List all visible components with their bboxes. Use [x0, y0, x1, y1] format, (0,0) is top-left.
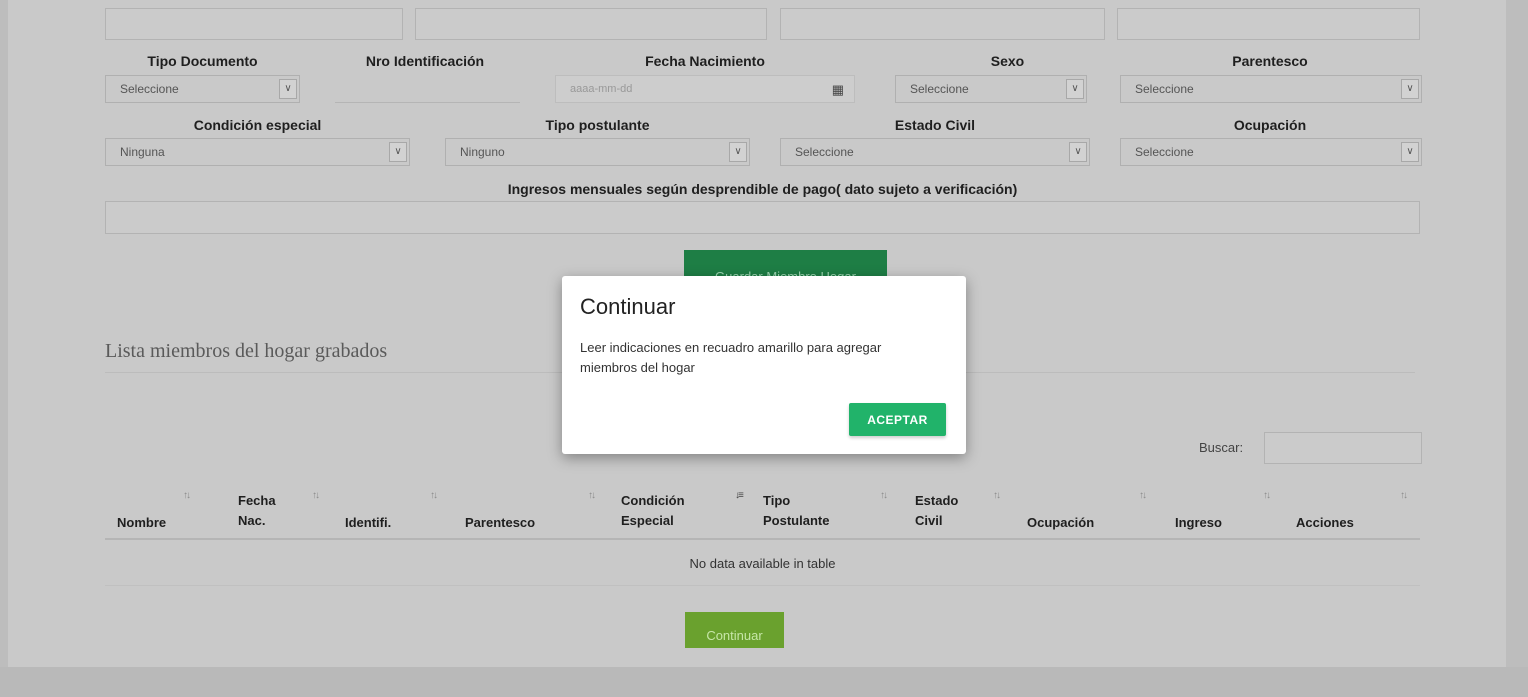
- th-ingreso[interactable]: Ingreso: [1175, 513, 1222, 533]
- label-estado-civil: Estado Civil: [894, 117, 976, 133]
- fecha-nacimiento-placeholder: aaaa-mm-dd: [570, 83, 633, 95]
- sort-asc-icon[interactable]: ↓≡: [735, 490, 744, 501]
- ingresos-mensuales-input[interactable]: [105, 201, 1420, 234]
- label-condicion-especial: Condición especial: [193, 117, 322, 133]
- parentesco-select[interactable]: Seleccione ∨: [1120, 75, 1422, 103]
- label-ocupacion: Ocupación: [1233, 117, 1307, 133]
- chevron-down-icon: ∨: [1401, 79, 1419, 99]
- sexo-select[interactable]: Seleccione ∨: [895, 75, 1087, 103]
- top-input-2[interactable]: [415, 8, 767, 40]
- estado-civil-value: Seleccione: [795, 145, 854, 159]
- th-nombre[interactable]: Nombre: [117, 513, 166, 533]
- continuar-modal: Continuar Leer indicaciones en recuadro …: [562, 276, 966, 454]
- ocupacion-select[interactable]: Seleccione ∨: [1120, 138, 1422, 166]
- sort-icon[interactable]: ↑↓: [1263, 490, 1271, 501]
- sort-icon[interactable]: ↑↓: [183, 490, 191, 501]
- chevron-down-icon: ∨: [1066, 79, 1084, 99]
- th-fecha-nac[interactable]: Fecha Nac.: [238, 491, 276, 531]
- empty-table-message: No data available in table: [689, 556, 836, 571]
- estado-civil-select[interactable]: Seleccione ∨: [780, 138, 1090, 166]
- aceptar-button[interactable]: ACEPTAR: [849, 403, 946, 436]
- chevron-down-icon: ∨: [389, 142, 407, 162]
- th-identificacion[interactable]: Identifi.: [345, 513, 391, 533]
- label-nro-identificacion: Nro Identificación: [365, 53, 485, 69]
- sort-icon[interactable]: ↑↓: [312, 490, 320, 501]
- modal-title: Continuar: [580, 294, 676, 319]
- chevron-down-icon: ∨: [1069, 142, 1087, 162]
- sort-icon[interactable]: ↑↓: [430, 490, 438, 501]
- continuar-button[interactable]: Continuar: [685, 612, 784, 648]
- ocupacion-value: Seleccione: [1135, 145, 1194, 159]
- tipo-documento-select[interactable]: Seleccione ∨: [105, 75, 300, 103]
- label-tipo-postulante: Tipo postulante: [545, 117, 650, 133]
- label-ingresos-mensuales: Ingresos mensuales según desprendible de…: [507, 181, 1018, 197]
- table-row-divider: [105, 585, 1420, 586]
- th-acciones[interactable]: Acciones: [1296, 513, 1354, 533]
- chevron-down-icon: ∨: [1401, 142, 1419, 162]
- sort-icon[interactable]: ↑↓: [880, 490, 888, 501]
- table-header-divider: [105, 538, 1420, 540]
- label-parentesco: Parentesco: [1232, 53, 1308, 69]
- th-parentesco[interactable]: Parentesco: [465, 513, 535, 533]
- sort-icon[interactable]: ↑↓: [1139, 490, 1147, 501]
- th-tipo-postulante[interactable]: Tipo Postulante: [763, 491, 829, 531]
- condicion-especial-select[interactable]: Ninguna ∨: [105, 138, 410, 166]
- top-input-3[interactable]: [780, 8, 1105, 40]
- top-input-4[interactable]: [1117, 8, 1420, 40]
- sexo-value: Seleccione: [910, 82, 969, 96]
- nro-identificacion-input[interactable]: [335, 75, 520, 103]
- fecha-nacimiento-input[interactable]: aaaa-mm-dd ▦: [555, 75, 855, 103]
- page-footer-band: [0, 667, 1528, 697]
- label-sexo: Sexo: [990, 53, 1025, 69]
- condicion-especial-value: Ninguna: [120, 145, 165, 159]
- label-tipo-documento: Tipo Documento: [147, 53, 258, 69]
- th-ocupacion[interactable]: Ocupación: [1027, 513, 1094, 533]
- parentesco-value: Seleccione: [1135, 82, 1194, 96]
- list-title: Lista miembros del hogar grabados: [105, 340, 388, 362]
- sort-icon[interactable]: ↑↓: [588, 490, 596, 501]
- tipo-postulante-select[interactable]: Ninguno ∨: [445, 138, 750, 166]
- tipo-postulante-value: Ninguno: [460, 145, 505, 159]
- search-label: Buscar:: [1199, 440, 1244, 455]
- top-input-1[interactable]: [105, 8, 403, 40]
- sort-icon[interactable]: ↑↓: [993, 490, 1001, 501]
- tipo-documento-value: Seleccione: [120, 82, 179, 96]
- modal-message: Leer indicaciones en recuadro amarillo p…: [580, 340, 882, 375]
- th-estado-civil[interactable]: Estado Civil: [915, 491, 958, 531]
- label-fecha-nacimiento: Fecha Nacimiento: [645, 53, 765, 69]
- th-condicion-especial[interactable]: Condición Especial: [621, 491, 685, 531]
- chevron-down-icon: ∨: [729, 142, 747, 162]
- sort-icon[interactable]: ↑↓: [1400, 490, 1408, 501]
- chevron-down-icon: ∨: [279, 79, 297, 99]
- search-input[interactable]: [1264, 432, 1422, 464]
- calendar-icon[interactable]: ▦: [832, 82, 844, 98]
